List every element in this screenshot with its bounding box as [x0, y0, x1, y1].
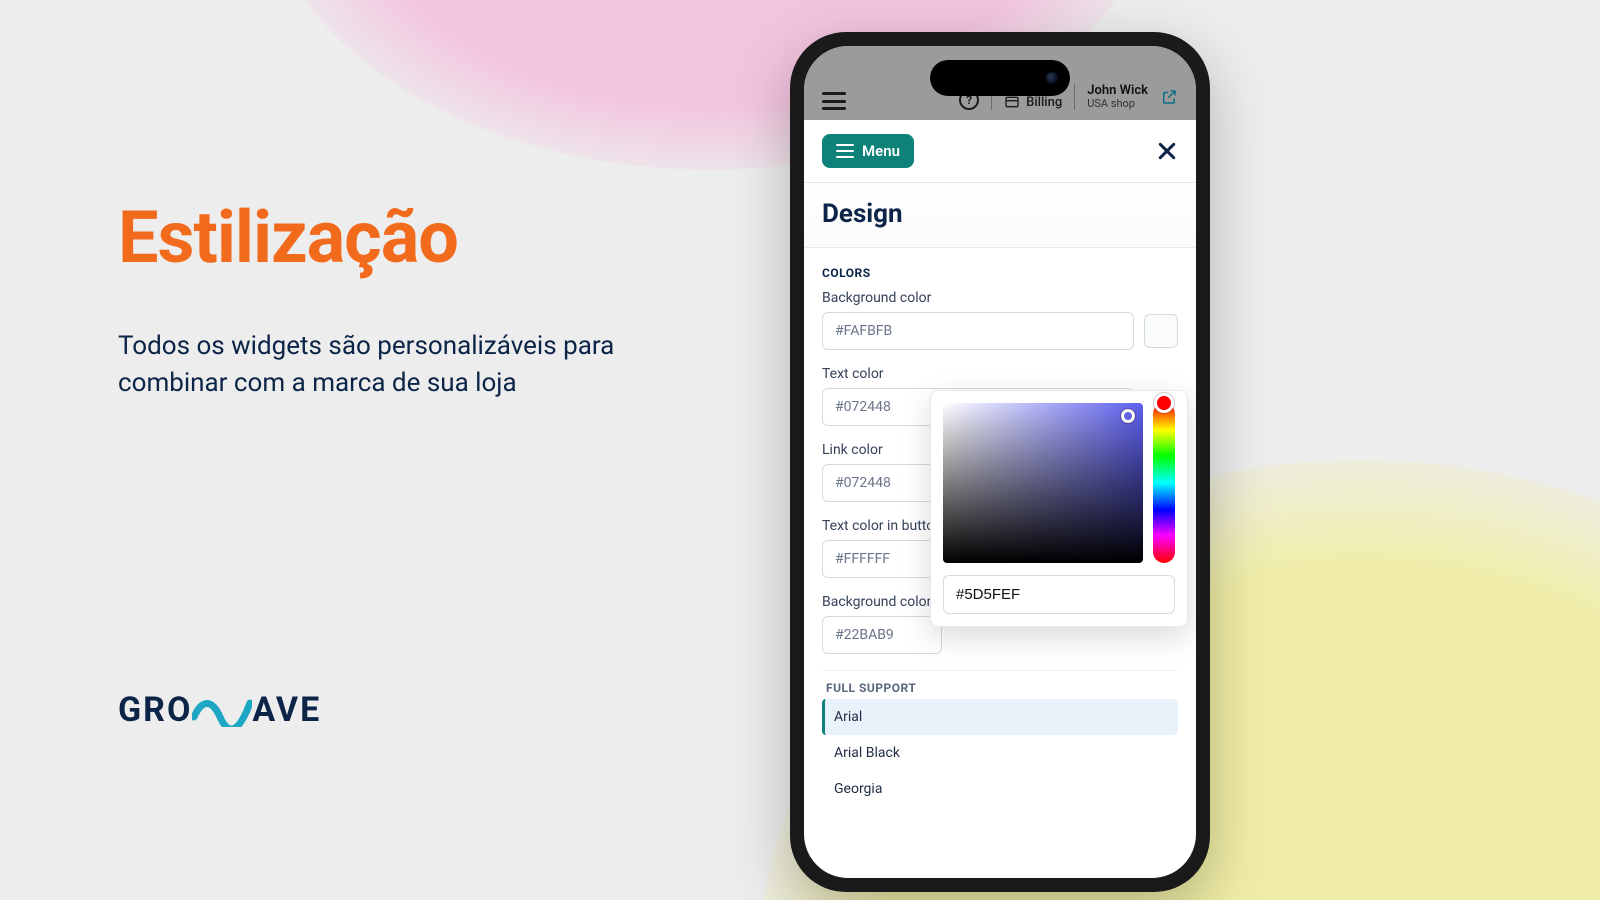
menu-bars-icon — [836, 144, 854, 158]
design-panel: COLORS Background color #FAFBFB Text col… — [804, 248, 1196, 807]
header-separator — [1074, 84, 1075, 110]
wave-icon — [192, 693, 252, 727]
billing-label: Billing — [1026, 95, 1062, 110]
font-option[interactable]: Georgia — [822, 771, 1178, 807]
billing-icon — [1004, 94, 1020, 110]
picker-saturation-value[interactable] — [943, 403, 1143, 563]
menu-label: Menu — [862, 142, 900, 160]
picker-hex-input[interactable] — [943, 575, 1175, 614]
logo-text-a: GRO — [118, 690, 192, 730]
close-icon[interactable] — [1156, 140, 1178, 162]
page-title: Design — [804, 182, 1196, 248]
input-background-color[interactable]: #FAFBFB — [822, 312, 1134, 350]
hero-title: Estilização — [118, 200, 638, 276]
font-heading: FULL SUPPORT — [822, 681, 1178, 699]
picker-sv-handle[interactable] — [1121, 409, 1135, 423]
phone-frame: ? Billing John Wick USA shop — [790, 32, 1210, 892]
menubar: Menu — [804, 120, 1196, 182]
input-button-text-color[interactable]: #FFFFFF — [822, 540, 942, 578]
input-link-color[interactable]: #072448 — [822, 464, 942, 502]
menu-button[interactable]: Menu — [822, 134, 914, 168]
label-background-color: Background color — [822, 290, 1178, 306]
growave-logo: GRO AVE — [118, 690, 321, 730]
phone-notch — [930, 60, 1070, 96]
picker-hue-handle[interactable] — [1154, 393, 1174, 413]
label-text-color: Text color — [822, 366, 1178, 382]
font-list: ArialArial BlackGeorgia — [822, 699, 1178, 807]
font-option[interactable]: Arial — [822, 699, 1178, 735]
swatch-background-color[interactable] — [1144, 314, 1178, 348]
user-name: John Wick — [1087, 84, 1148, 98]
hero-copy: Estilização Todos os widgets são persona… — [118, 200, 638, 403]
user-block[interactable]: John Wick USA shop — [1087, 84, 1148, 110]
picker-hue-slider[interactable] — [1153, 403, 1175, 563]
hero-body: Todos os widgets são personalizáveis par… — [118, 328, 638, 403]
input-button-bg-color[interactable]: #22BAB9 — [822, 616, 942, 654]
user-shop: USA shop — [1087, 98, 1148, 110]
logo-text-b: AVE — [252, 690, 321, 730]
font-option[interactable]: Arial Black — [822, 735, 1178, 771]
billing-link[interactable]: Billing — [1004, 94, 1062, 110]
field-background-color: Background color #FAFBFB — [822, 290, 1178, 350]
external-link-icon[interactable] — [1160, 88, 1178, 110]
color-picker — [930, 390, 1188, 627]
colors-heading: COLORS — [822, 266, 1178, 280]
hamburger-icon[interactable] — [822, 92, 846, 110]
font-section: FULL SUPPORT ArialArial BlackGeorgia — [822, 670, 1178, 807]
